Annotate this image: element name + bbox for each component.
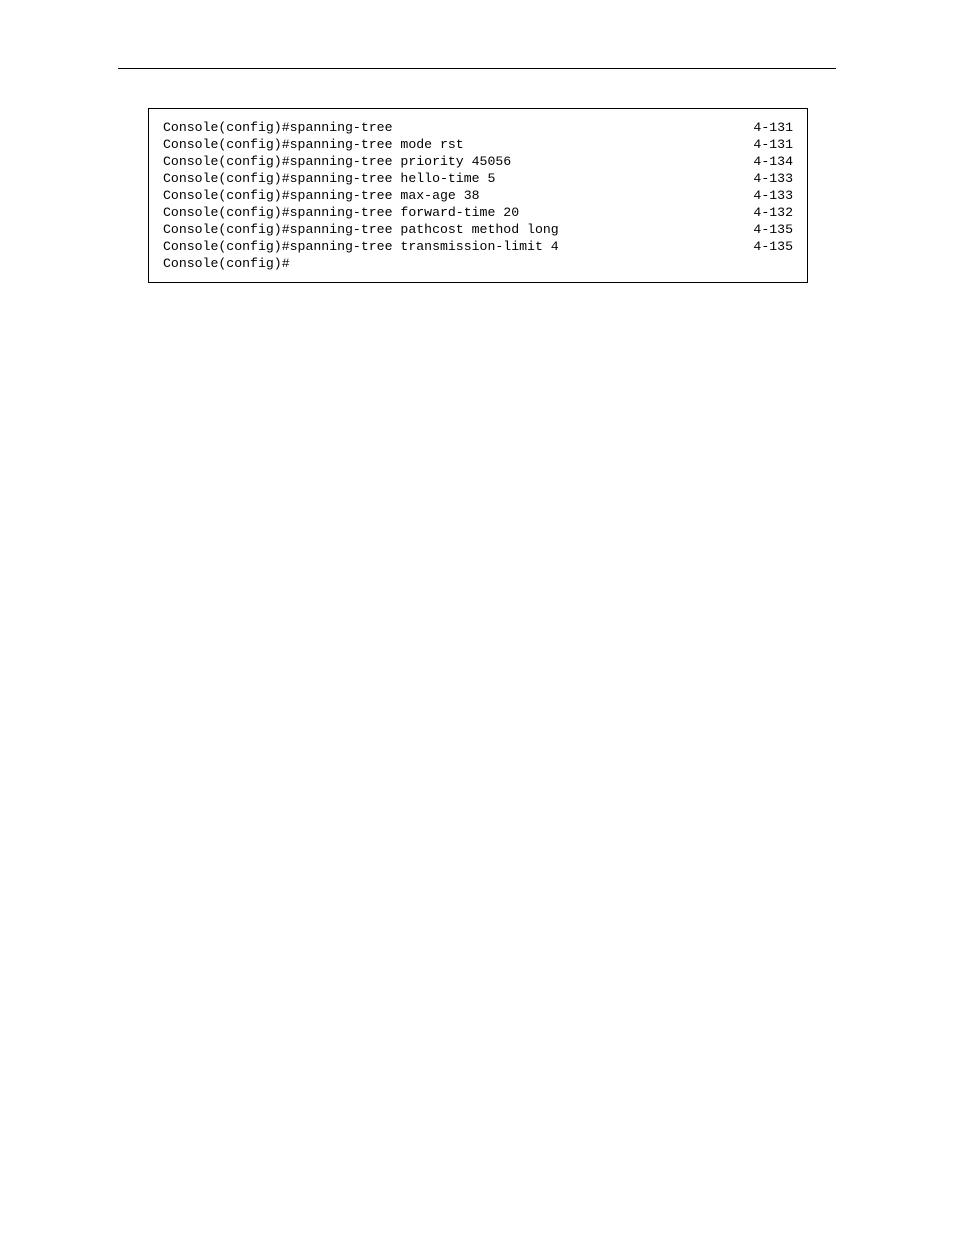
cli-page-ref: 4-133 [753, 187, 793, 204]
cli-command: Console(config)#spanning-tree forward-ti… [163, 204, 519, 221]
cli-page-ref: 4-135 [753, 238, 793, 255]
cli-page-ref: 4-132 [753, 204, 793, 221]
cli-line: Console(config)# [163, 255, 793, 272]
cli-command: Console(config)#spanning-tree priority 4… [163, 153, 511, 170]
cli-command: Console(config)#spanning-tree mode rst [163, 136, 464, 153]
cli-line: Console(config)#spanning-tree mode rst 4… [163, 136, 793, 153]
cli-line: Console(config)#spanning-tree max-age 38… [163, 187, 793, 204]
cli-line: Console(config)#spanning-tree forward-ti… [163, 204, 793, 221]
cli-page-ref: 4-131 [753, 136, 793, 153]
cli-page-ref: 4-133 [753, 170, 793, 187]
cli-command: Console(config)#spanning-tree hello-time… [163, 170, 495, 187]
cli-line: Console(config)#spanning-tree transmissi… [163, 238, 793, 255]
cli-page-ref: 4-135 [753, 221, 793, 238]
cli-line: Console(config)#spanning-tree pathcost m… [163, 221, 793, 238]
page-header-rule [118, 68, 836, 69]
cli-line: Console(config)#spanning-tree 4-131 [163, 119, 793, 136]
cli-command: Console(config)#spanning-tree transmissi… [163, 238, 559, 255]
cli-page-ref: 4-134 [753, 153, 793, 170]
cli-command: Console(config)#spanning-tree pathcost m… [163, 221, 559, 238]
cli-line: Console(config)#spanning-tree priority 4… [163, 153, 793, 170]
cli-command: Console(config)#spanning-tree max-age 38 [163, 187, 480, 204]
cli-output-box: Console(config)#spanning-tree 4-131 Cons… [148, 108, 808, 283]
cli-line: Console(config)#spanning-tree hello-time… [163, 170, 793, 187]
cli-page-ref: 4-131 [753, 119, 793, 136]
cli-command: Console(config)# [163, 255, 290, 272]
cli-command: Console(config)#spanning-tree [163, 119, 393, 136]
